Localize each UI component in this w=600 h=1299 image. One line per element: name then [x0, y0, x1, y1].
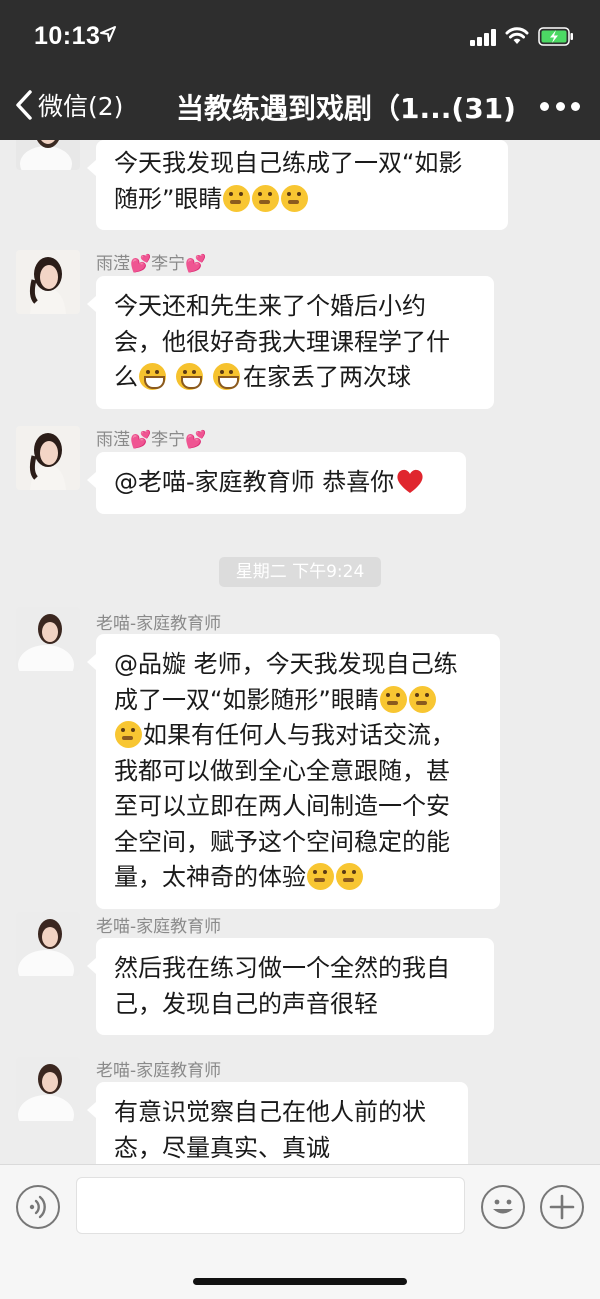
thinking-face-icon	[281, 184, 309, 212]
message-text: 随形”眼睛	[114, 184, 223, 213]
message-line: 量，太神奇的体验	[114, 860, 482, 896]
avatar-photo	[16, 1057, 80, 1121]
thinking-face-icon	[379, 685, 407, 713]
voice-icon	[29, 1195, 46, 1219]
chat-title: 当教练遇到戏剧（1...(31)	[176, 92, 516, 125]
message-text: @老喵-家庭教育师 恭喜你	[114, 468, 395, 496]
home-indicator	[193, 1278, 407, 1285]
sender-name: 老喵-家庭教育师	[96, 614, 222, 634]
message-text: 全空间，赋予这个空间稳定的能	[114, 827, 450, 856]
more-options-button[interactable]	[540, 96, 580, 116]
sender-name: 雨滢💕李宁💕	[96, 249, 206, 274]
avatar-photo	[16, 607, 80, 671]
message-bubble[interactable]: 然后我在练习做一个全然的我自 己，发现自己的声音很轻	[87, 938, 494, 1035]
wifi-icon	[505, 27, 529, 44]
chevron-left-icon	[16, 90, 32, 120]
add-more-button[interactable]	[540, 1185, 584, 1229]
message-text: 成了一双“如影随形”眼睛	[114, 685, 379, 714]
avatar[interactable]	[16, 250, 80, 314]
message-line: @老喵-家庭教育师 恭喜你	[114, 465, 448, 501]
thinking-face-icon	[307, 863, 334, 890]
emoji-face-icon	[493, 1199, 513, 1214]
thinking-face-icon	[115, 721, 142, 748]
avatar[interactable]	[16, 426, 80, 490]
grinning-face-icon	[139, 363, 166, 390]
thinking-face-icon	[408, 685, 436, 713]
sender-name-part: 李宁	[151, 430, 186, 450]
message-text: 己，发现自己的声音很轻	[114, 989, 378, 1018]
message-text: @品嫙 老师，今天我发现自己练	[114, 650, 458, 678]
message-text: 有意识觉察自己在他人前的状	[114, 1098, 426, 1126]
location-arrow-icon	[100, 26, 116, 42]
message-line: 成了一双“如影随形”眼睛	[114, 683, 482, 719]
message-text: 态，尽量真实、真诚	[114, 1133, 330, 1162]
avatar[interactable]	[16, 1057, 80, 1121]
input-bar	[0, 1164, 600, 1299]
avatar-photo	[16, 912, 80, 976]
avatar[interactable]	[16, 912, 80, 976]
message-text: 么	[114, 363, 138, 391]
message-bubble[interactable]: @品嫙 老师，今天我发现自己练 成了一双“如影随形”眼睛 如果有任何人与我对话交…	[87, 634, 500, 909]
message-line: 如果有任何人与我对话交流，	[114, 718, 482, 754]
thinking-face-icon	[252, 184, 280, 212]
status-time: 10:13	[34, 22, 101, 50]
message-bubble[interactable]: 今天还和先生来了个婚后小约 会，他很好奇我大理课程学了什 么 在家丢了两次球	[87, 276, 494, 409]
sender-name-part: 李宁	[151, 254, 186, 274]
message-text: 我都可以做到全心全意跟随，甚	[114, 756, 450, 785]
message-line: 么 在家丢了两次球	[114, 360, 476, 396]
dot-icon	[571, 101, 580, 111]
message-text: 会，他很好奇我大理课程学了什	[114, 327, 450, 356]
message-text: 量，太神奇的体验	[114, 863, 306, 891]
message-bubble[interactable]: @老喵-家庭教育师 恭喜你	[87, 452, 466, 514]
message-line: 随形”眼睛	[114, 182, 490, 218]
message-text: 今天还和先生来了个婚后小约	[114, 292, 426, 320]
sender-name-part: 雨滢	[96, 430, 130, 450]
message-text: 在家丢了两次球	[243, 363, 411, 391]
sender-name: 老喵-家庭教育师	[96, 1061, 222, 1081]
thinking-face-icon	[336, 863, 363, 890]
cellular-signal-icon	[470, 28, 496, 46]
back-button[interactable]: 微信(2)	[14, 88, 123, 122]
message-text: 如果有任何人与我对话交流，	[143, 721, 455, 749]
heart-icon: 💕	[185, 430, 207, 450]
heart-icon: 💕	[130, 254, 152, 274]
heart-icon: 💕	[185, 254, 207, 274]
dot-icon	[540, 101, 549, 111]
sender-name: 雨滢💕李宁💕	[96, 425, 206, 450]
avatar-photo	[16, 250, 80, 314]
thinking-face-icon	[223, 184, 251, 212]
message-bubble[interactable]: 今天我发现自己练成了一双“如影 随形”眼睛	[87, 140, 508, 230]
avatar-photo	[16, 426, 80, 490]
top-bar: 10:13 微信(2) 当教练遇到戏剧（1...(31)	[0, 0, 600, 140]
voice-button[interactable]	[16, 1185, 60, 1229]
message-text: 至可以立即在两人间制造一个安	[114, 792, 450, 820]
emoji-button[interactable]	[481, 1185, 525, 1229]
grinning-face-icon	[213, 363, 240, 390]
battery-charging-icon	[538, 27, 573, 46]
heart-icon: 💕	[130, 430, 152, 450]
back-label: 微信(2)	[38, 92, 124, 121]
sender-name-part: 雨滢	[96, 254, 130, 274]
message-input[interactable]	[76, 1177, 465, 1234]
sender-name: 老喵-家庭教育师	[96, 917, 222, 937]
avatar[interactable]	[16, 607, 80, 671]
plus-icon	[549, 1194, 575, 1220]
timestamp-divider: 星期二 下午9:24	[219, 557, 381, 587]
grinning-face-icon	[176, 363, 203, 390]
dot-icon	[555, 101, 565, 111]
message-text: 然后我在练习做一个全然的我自	[114, 954, 450, 982]
red-heart-icon	[397, 469, 423, 493]
message-text: 今天我发现自己练成了一双“如影	[114, 149, 463, 177]
